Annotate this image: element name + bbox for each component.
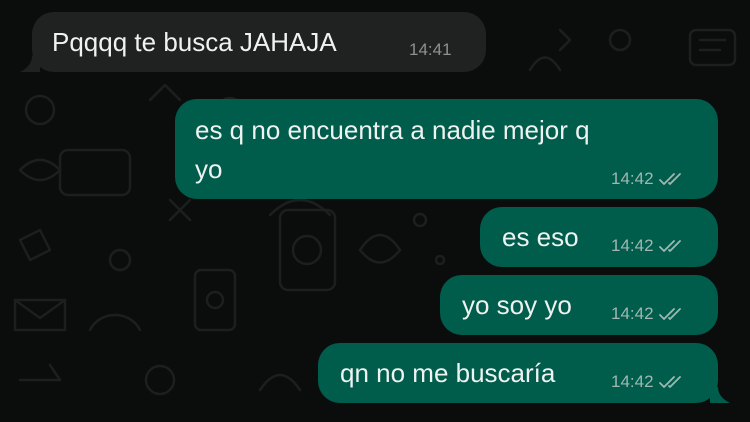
message-meta: 14:41 xyxy=(409,40,452,60)
read-double-check-icon xyxy=(658,308,681,320)
bubble-tail xyxy=(710,387,730,403)
message-text: es eso xyxy=(502,222,579,252)
message-bubble-outgoing[interactable]: qn no me buscaría 14:42 xyxy=(318,343,730,403)
message-time: 14:42 xyxy=(611,236,654,255)
read-double-check-icon xyxy=(658,173,681,185)
message-meta: 14:42 xyxy=(611,304,687,324)
message-time: 14:42 xyxy=(611,169,654,188)
message-bubble-incoming[interactable]: Pqqqq te busca JAHAJA 14:41 xyxy=(20,12,486,72)
message-meta: 14:42 xyxy=(611,169,687,189)
read-double-check-icon xyxy=(658,376,681,388)
message-time: 14:41 xyxy=(409,40,452,59)
message-bubble-outgoing[interactable]: es eso 14:42 xyxy=(480,207,718,267)
message-text-line-1: es q no encuentra a nadie mejor q xyxy=(195,115,590,145)
message-meta: 14:42 xyxy=(611,236,687,256)
message-bubble-outgoing[interactable]: yo soy yo 14:42 xyxy=(440,275,718,335)
read-double-check-icon xyxy=(658,240,681,252)
message-bubble-outgoing[interactable]: es q no encuentra a nadie mejor q yo 14:… xyxy=(175,99,718,199)
message-text: qn no me buscaría xyxy=(340,358,556,388)
message-text-line-2: yo xyxy=(195,154,223,184)
message-meta: 14:42 xyxy=(611,372,687,392)
message-time: 14:42 xyxy=(611,304,654,323)
message-text: Pqqqq te busca JAHAJA xyxy=(52,27,337,57)
message-text: yo soy yo xyxy=(462,290,572,320)
bubble-tail xyxy=(20,56,40,72)
message-time: 14:42 xyxy=(611,372,654,391)
